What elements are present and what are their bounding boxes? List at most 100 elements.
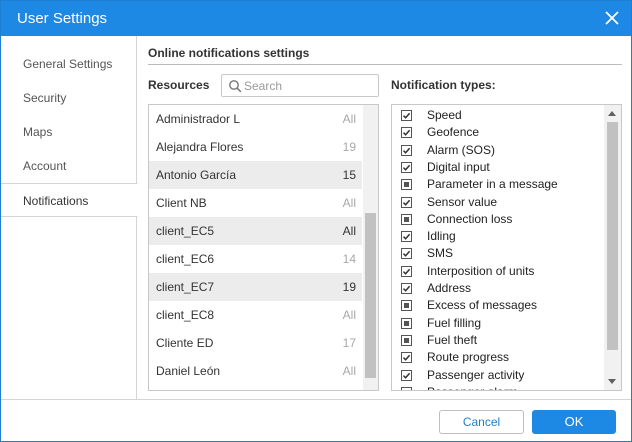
notification-type-label: Passenger alarm bbox=[427, 385, 518, 390]
resource-notification-count: All bbox=[342, 224, 356, 238]
checkbox-partial[interactable] bbox=[401, 213, 412, 225]
dialog-title: User Settings bbox=[17, 10, 108, 27]
resource-name: client_EC5 bbox=[156, 224, 215, 238]
resource-name: Cliente ED bbox=[156, 336, 214, 350]
close-icon[interactable] bbox=[603, 9, 621, 27]
notification-type-row[interactable]: Sensor value bbox=[392, 194, 604, 211]
settings-sidebar: General Settings Security Maps Account N… bbox=[1, 36, 138, 399]
checkbox-checked[interactable] bbox=[401, 352, 412, 364]
title-bar[interactable]: User Settings bbox=[1, 1, 631, 36]
resources-scrollbar-thumb[interactable] bbox=[365, 213, 376, 378]
notification-types-list[interactable]: Speed Geofence Alarm (SOS) Digital input Par… bbox=[391, 104, 622, 391]
notification-type-row[interactable]: Alarm (SOS) bbox=[392, 142, 604, 159]
resource-name: client_EC6 bbox=[156, 252, 215, 266]
resource-row[interactable]: Daniel León All bbox=[149, 357, 362, 385]
notification-types-scrollbar-thumb[interactable] bbox=[607, 122, 618, 350]
checkbox-checked[interactable] bbox=[401, 127, 412, 139]
resources-list[interactable]: Administrador L All Alejandra Flores 19 Anto… bbox=[148, 104, 379, 391]
checkbox-checked[interactable] bbox=[401, 196, 412, 208]
notification-type-row[interactable]: SMS bbox=[392, 245, 604, 262]
notification-type-label: Fuel theft bbox=[427, 332, 478, 347]
checkbox-checked[interactable] bbox=[401, 369, 412, 381]
notification-type-row[interactable]: Idling bbox=[392, 228, 604, 245]
checkmark-icon bbox=[402, 285, 411, 292]
notification-type-row[interactable]: Passenger alarm bbox=[392, 384, 604, 390]
checkbox-partial[interactable] bbox=[401, 300, 412, 312]
checkmark-icon bbox=[402, 372, 411, 379]
checkmark-icon bbox=[402, 268, 411, 275]
notification-type-label: Route progress bbox=[427, 350, 510, 365]
resources-scrollbar[interactable] bbox=[363, 105, 378, 390]
resource-notification-count: 15 bbox=[342, 168, 356, 182]
checkmark-icon bbox=[402, 233, 411, 241]
search-input[interactable] bbox=[244, 77, 374, 95]
search-icon bbox=[228, 79, 242, 93]
sidebar-item-notifications[interactable]: Notifications bbox=[1, 183, 138, 217]
notification-type-label: Geofence bbox=[427, 125, 480, 140]
notification-type-label: Passenger activity bbox=[427, 367, 525, 382]
notification-type-row[interactable]: Excess of messages bbox=[392, 297, 604, 314]
resource-row[interactable]: client_EC7 19 bbox=[149, 273, 362, 301]
notification-types-label: Notification types: bbox=[391, 78, 496, 92]
resource-row[interactable]: Cliente ED 17 bbox=[149, 329, 362, 357]
checkbox-partial[interactable] bbox=[401, 334, 412, 346]
checkbox-partial[interactable] bbox=[401, 386, 412, 390]
checkbox-checked[interactable] bbox=[401, 144, 412, 156]
resource-notification-count: 19 bbox=[342, 280, 356, 294]
sidebar-item-security[interactable]: Security bbox=[1, 81, 137, 115]
resource-name: client_EC8 bbox=[156, 308, 215, 322]
notification-type-row[interactable]: Geofence bbox=[392, 124, 604, 141]
notification-type-label: Idling bbox=[427, 229, 456, 244]
resource-row[interactable]: Antonio García 15 bbox=[149, 161, 362, 189]
checkbox-checked[interactable] bbox=[401, 248, 412, 260]
notification-type-label: Speed bbox=[427, 108, 462, 122]
resource-row[interactable]: client_EC6 14 bbox=[149, 245, 362, 273]
checkmark-icon bbox=[402, 354, 411, 362]
sidebar-item-account[interactable]: Account bbox=[1, 149, 137, 183]
notification-type-row[interactable]: Route progress bbox=[392, 349, 604, 366]
notification-type-row[interactable]: Fuel theft bbox=[392, 332, 604, 349]
notification-type-row[interactable]: Connection loss bbox=[392, 211, 604, 228]
resource-name: Alejandra Flores bbox=[156, 140, 244, 154]
notification-types-scrollbar[interactable] bbox=[604, 105, 621, 390]
notification-type-row[interactable]: Interposition of units bbox=[392, 263, 604, 280]
notification-type-label: Address bbox=[427, 281, 472, 295]
notification-type-label: Parameter in a message bbox=[427, 177, 558, 192]
notification-type-label: Excess of messages bbox=[427, 298, 538, 313]
resource-notification-count: All bbox=[342, 308, 356, 322]
checkbox-checked[interactable] bbox=[401, 283, 412, 294]
notification-type-row[interactable]: Fuel filling bbox=[392, 315, 604, 332]
checkbox-checked[interactable] bbox=[401, 161, 412, 173]
notification-type-row[interactable]: Digital input bbox=[392, 159, 604, 176]
resource-row[interactable]: Client NB All bbox=[149, 189, 362, 217]
ok-button[interactable]: OK bbox=[532, 410, 616, 434]
scroll-up-arrow-icon[interactable] bbox=[608, 111, 616, 116]
resource-notification-count: All bbox=[342, 364, 356, 378]
checkbox-checked[interactable] bbox=[401, 110, 412, 121]
resource-name: Daniel León bbox=[156, 364, 221, 378]
notification-type-row[interactable]: Parameter in a message bbox=[392, 176, 604, 193]
checkbox-partial[interactable] bbox=[401, 317, 412, 329]
section-divider bbox=[148, 64, 622, 65]
checkbox-partial[interactable] bbox=[401, 179, 412, 191]
notification-type-row[interactable]: Address bbox=[392, 280, 604, 297]
checkbox-checked[interactable] bbox=[401, 265, 412, 277]
resource-row[interactable]: client_EC8 All bbox=[149, 301, 362, 329]
notification-type-label: Connection loss bbox=[427, 211, 513, 226]
notification-type-label: SMS bbox=[427, 246, 454, 261]
checkbox-checked[interactable] bbox=[401, 231, 412, 243]
scroll-down-arrow-icon[interactable] bbox=[608, 379, 616, 384]
dialog-footer: Cancel OK bbox=[1, 399, 631, 441]
notification-type-label: Digital input bbox=[427, 159, 490, 174]
notification-type-row[interactable]: Speed bbox=[392, 107, 604, 124]
notification-type-label: Alarm (SOS) bbox=[427, 142, 496, 157]
notification-type-row[interactable]: Passenger activity bbox=[392, 367, 604, 384]
resource-row[interactable]: Alejandra Flores 19 bbox=[149, 133, 362, 161]
resource-row[interactable]: Administrador L All bbox=[149, 105, 362, 133]
sidebar-item-maps[interactable]: Maps bbox=[1, 115, 137, 149]
sidebar-item-general-settings[interactable]: General Settings bbox=[1, 47, 137, 81]
resource-row[interactable]: client_EC5 All bbox=[149, 217, 362, 245]
search-box[interactable] bbox=[221, 74, 379, 97]
checkmark-icon bbox=[402, 251, 411, 258]
cancel-button[interactable]: Cancel bbox=[439, 410, 524, 434]
